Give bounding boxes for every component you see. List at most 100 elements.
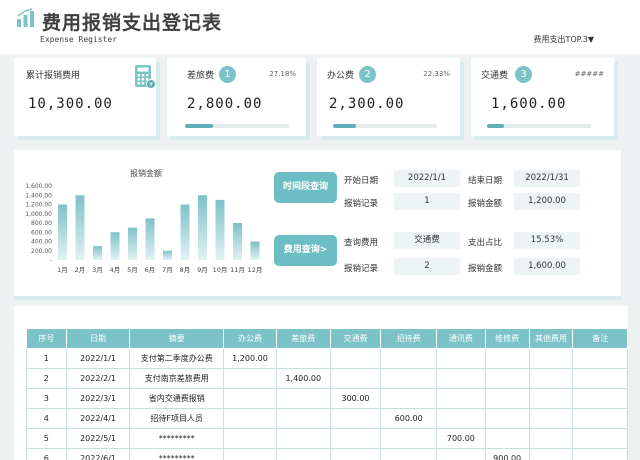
- bar: [233, 223, 242, 260]
- table-cell: 2022/4/1: [65, 408, 131, 429]
- table-cell: [528, 428, 574, 449]
- bar: [198, 195, 207, 260]
- x-tick-label: 1月: [57, 266, 68, 274]
- bar: [58, 204, 67, 260]
- table-cell: [436, 448, 486, 460]
- table-cell: [329, 408, 382, 429]
- bar: [250, 241, 260, 260]
- column-header: 交通费: [329, 328, 382, 349]
- rank-badge: 1: [219, 66, 236, 83]
- x-tick-label: 9月: [197, 266, 208, 274]
- expense-bar-chart: 1,600.00 1,400.00 1,200.00 1,000.00 800.00 60…: [25, 183, 263, 274]
- total-expense-card: 累计报销费用 ¥ 10,300.00: [14, 58, 156, 136]
- table-cell: [380, 388, 438, 409]
- bar: [215, 199, 225, 260]
- top-card-2: 办公费 2 22.33% 2,300.00: [317, 58, 460, 136]
- y-tick-label: 600.00: [31, 229, 52, 236]
- table-row[interactable]: 2 2022/2/1 支付南京差旅费用 1,400.00: [26, 368, 628, 389]
- table-cell: [572, 388, 628, 409]
- y-tick-label: 800.00: [31, 220, 52, 227]
- y-tick-label: 1,600.00: [25, 183, 52, 190]
- column-header: 序号: [26, 328, 67, 349]
- progress-fill: [333, 124, 356, 128]
- table-cell: 2022/5/1: [65, 428, 131, 449]
- table-cell: [380, 428, 438, 449]
- table-cell: [484, 388, 530, 409]
- x-tick-label: 12月: [248, 266, 263, 274]
- start-date-field[interactable]: 2022/1/1: [394, 170, 460, 187]
- table-cell: [275, 388, 331, 409]
- table-cell: 900.00: [484, 448, 530, 460]
- table-cell: [484, 368, 530, 389]
- expense-table: 序号 日期 摘要 办公费 差旅费 交通费 招待费 通讯费 维修费 其他费用 备注 1 2022/1/1…: [26, 328, 628, 460]
- table-cell: [528, 408, 574, 429]
- amount-label: 报销金额: [468, 199, 503, 209]
- x-tick-label: 4月: [110, 266, 121, 274]
- table-cell: [528, 368, 574, 389]
- total-expense-value: 10,300.00: [28, 96, 113, 112]
- y-tick-label: 200.00: [31, 248, 52, 255]
- bar: [128, 227, 137, 260]
- x-tick-label: 7月: [162, 266, 173, 274]
- table-cell: 招待F项目人员: [129, 408, 225, 429]
- table-row[interactable]: 4 2022/4/1 招待F项目人员 600.00: [26, 408, 628, 429]
- progress-fill: [185, 124, 214, 128]
- table-cell: [223, 408, 277, 429]
- fee-query-button[interactable]: 费用查询>: [274, 235, 337, 266]
- table-row[interactable]: 6 2022/6/1 ********* 900.00: [26, 448, 628, 460]
- table-cell: 3: [26, 388, 67, 409]
- time-range-query-button[interactable]: 时间段查询: [274, 172, 337, 203]
- table-cell: [572, 348, 628, 369]
- top3-dropdown[interactable]: 费用支出TOP.3▼: [533, 34, 594, 45]
- start-date-label: 开始日期: [344, 176, 379, 186]
- svg-text:¥: ¥: [149, 82, 153, 89]
- table-cell: 1: [26, 348, 67, 369]
- table-cell: *********: [129, 448, 225, 460]
- table-cell: [528, 348, 574, 369]
- table-cell: [380, 448, 438, 460]
- table-cell: [572, 368, 628, 389]
- page-subtitle: Expense Register: [40, 35, 118, 44]
- table-cell: 省内交通费报销: [129, 388, 225, 409]
- table-row[interactable]: 1 2022/1/1 支付第二季度办公费 1,200.00: [26, 348, 628, 369]
- x-tick-label: 2月: [75, 266, 86, 274]
- table-cell: 300.00: [329, 388, 382, 409]
- table-row[interactable]: 3 2022/3/1 省内交通费报销 300.00: [26, 388, 628, 409]
- rank-badge: 3: [515, 66, 532, 83]
- table-cell: [484, 408, 530, 429]
- table-cell: [528, 448, 574, 460]
- table-cell: 2022/2/1: [65, 368, 131, 389]
- table-row[interactable]: 5 2022/5/1 ********* 700.00: [26, 428, 628, 449]
- top-card-label: 差旅费: [187, 71, 215, 81]
- column-header: 招待费: [380, 328, 438, 349]
- records-label: 报销记录: [344, 264, 379, 274]
- table-cell: [223, 368, 277, 389]
- top-card-value: 2,800.00: [187, 96, 263, 112]
- y-tick-label: 1,000.00: [25, 211, 52, 218]
- table-cell: 600.00: [380, 408, 438, 429]
- top-card-percent: 22.33%: [423, 70, 450, 78]
- progress-track: [487, 124, 591, 128]
- table-cell: [275, 348, 331, 369]
- end-date-field[interactable]: 2022/1/31: [514, 170, 580, 187]
- table-cell: [484, 348, 530, 369]
- top-card-1: 差旅费 1 27.18% 2,800.00: [167, 58, 306, 136]
- amount-value: 1,600.00: [514, 258, 580, 275]
- column-header: 摘要: [129, 328, 225, 349]
- table-cell: [436, 348, 486, 369]
- table-cell: [223, 428, 277, 449]
- query-panel: 报销金额 1,600.00 1,400.00 1,200.00 1,000.00 800…: [14, 150, 621, 296]
- bar: [163, 250, 172, 260]
- table-cell: 2022/1/1: [65, 348, 131, 369]
- table-cell: [380, 348, 438, 369]
- table-cell: 支付南京差旅费用: [129, 368, 225, 389]
- top-card-label: 交通费: [481, 71, 509, 81]
- table-cell: 支付第二季度办公费: [129, 348, 225, 369]
- calculator-icon: ¥: [135, 65, 156, 89]
- y-tick-label: 400.00: [31, 239, 52, 246]
- table-cell: 700.00: [436, 428, 486, 449]
- y-tick-label: 1,400.00: [25, 192, 52, 199]
- table-cell: [528, 388, 574, 409]
- fee-type-select[interactable]: 交通费: [394, 232, 460, 249]
- chart-logo-icon: [17, 8, 34, 27]
